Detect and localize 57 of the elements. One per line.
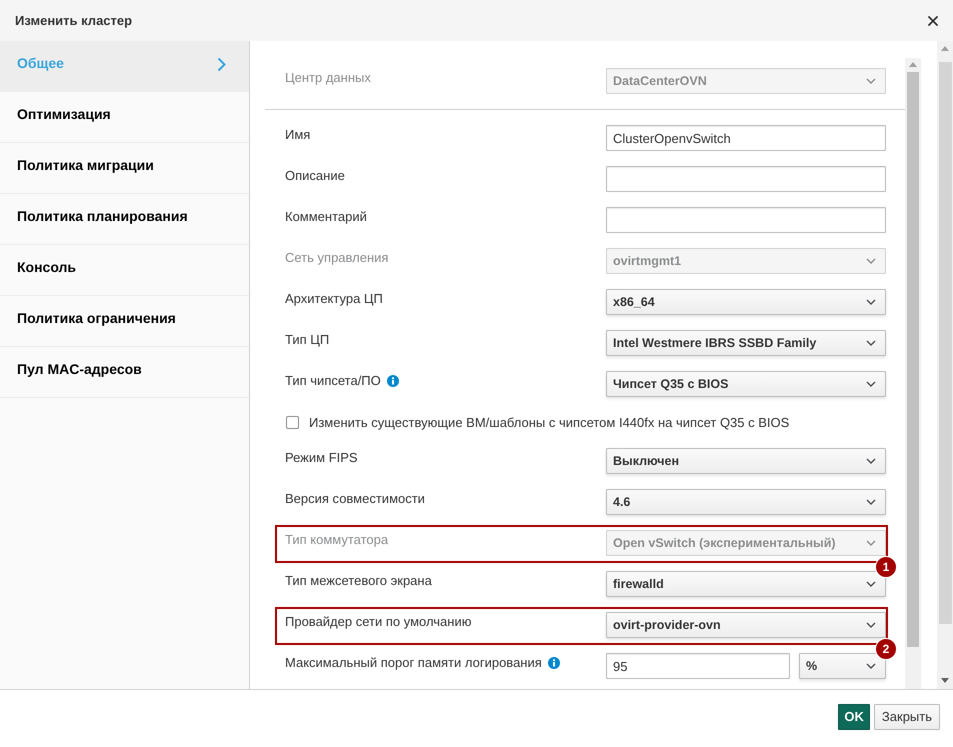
chevron-down-icon[interactable] [866, 581, 876, 587]
secondary-button[interactable]: Закрыть [874, 704, 940, 730]
sidebar-tab[interactable]: Пул MAC-адресов [0, 347, 249, 398]
field-label: Описание [285, 168, 345, 184]
field-label: Комментарий [285, 209, 367, 225]
dropdown[interactable]: firewalld [606, 571, 886, 597]
text-field[interactable]: ClusterOpenvSwitch [606, 125, 886, 151]
dropdown[interactable]: 4.6 [606, 489, 886, 515]
field-label: Тип ЦП [285, 332, 330, 348]
info-icon[interactable] [386, 375, 399, 387]
dropdown[interactable]: Чипсет Q35 с BIOS [606, 371, 886, 397]
scrollbar-thumb[interactable] [938, 62, 952, 624]
dropdown[interactable]: ovirt-provider-ovn [606, 612, 886, 638]
callout-badge: 1 [875, 556, 897, 578]
field-label: Провайдер сети по умолчанию [285, 614, 472, 630]
field-label: Тип чипсета/ПО [285, 373, 381, 389]
scrollbar[interactable] [937, 41, 953, 689]
info-icon[interactable] [548, 657, 560, 669]
chevron-down-icon[interactable] [866, 499, 876, 505]
unit-dropdown[interactable]: % [799, 653, 886, 679]
scrollbar-thumb[interactable] [907, 72, 919, 647]
field-label: Имя [285, 127, 310, 143]
dropdown[interactable]: x86_64 [606, 289, 886, 315]
dropdown[interactable]: Intel Westmere IBRS SSBD Family [606, 330, 886, 356]
chevron-down-icon[interactable] [866, 663, 876, 669]
dropdown[interactable]: Выключен [606, 448, 886, 474]
scroll-up-icon[interactable] [941, 46, 949, 51]
scrollbar[interactable] [905, 58, 921, 689]
chevron-down-icon[interactable] [866, 299, 876, 305]
scroll-up-icon[interactable] [909, 62, 917, 67]
text-field[interactable] [606, 207, 886, 233]
field-label: Версия совместимости [285, 491, 425, 507]
primary-button[interactable]: OK [838, 704, 870, 730]
sidebar-tab[interactable]: Оптимизация [0, 92, 249, 143]
callout-badge: 2 [875, 638, 897, 660]
dialog-title: Изменить кластер [15, 12, 132, 28]
field-label: Максимальный порог памяти логирования [285, 655, 542, 671]
field-label: Центр данных [285, 70, 371, 86]
sidebar-tab[interactable]: Консоль [0, 245, 249, 296]
number-field[interactable]: 95 [606, 653, 790, 679]
checkbox[interactable] [286, 416, 299, 429]
chevron-down-icon[interactable] [866, 458, 876, 464]
field-label: Архитектура ЦП [285, 291, 383, 307]
field-label: Режим FIPS [285, 450, 358, 466]
checkbox-label: Изменить существующие ВМ/шаблоны с чипсетом I440fx на чипсет Q35 с BIOS [309, 414, 790, 432]
field-label: Тип межсетевого экрана [285, 573, 432, 589]
chevron-down-icon[interactable] [866, 340, 876, 346]
sidebar-tab[interactable]: Политика планирования [0, 194, 249, 245]
text-field[interactable] [606, 166, 886, 192]
chevron-down-icon[interactable] [866, 381, 876, 387]
field-label: Тип коммутатора [285, 532, 388, 548]
chevron-right-icon [217, 57, 226, 72]
chevron-down-icon[interactable] [866, 622, 876, 628]
field-label: Сеть управления [285, 250, 388, 266]
scroll-down-icon[interactable] [941, 678, 949, 683]
sidebar-tab[interactable]: Политика ограничения [0, 296, 249, 347]
sidebar-tab[interactable]: Политика миграции [0, 143, 249, 194]
